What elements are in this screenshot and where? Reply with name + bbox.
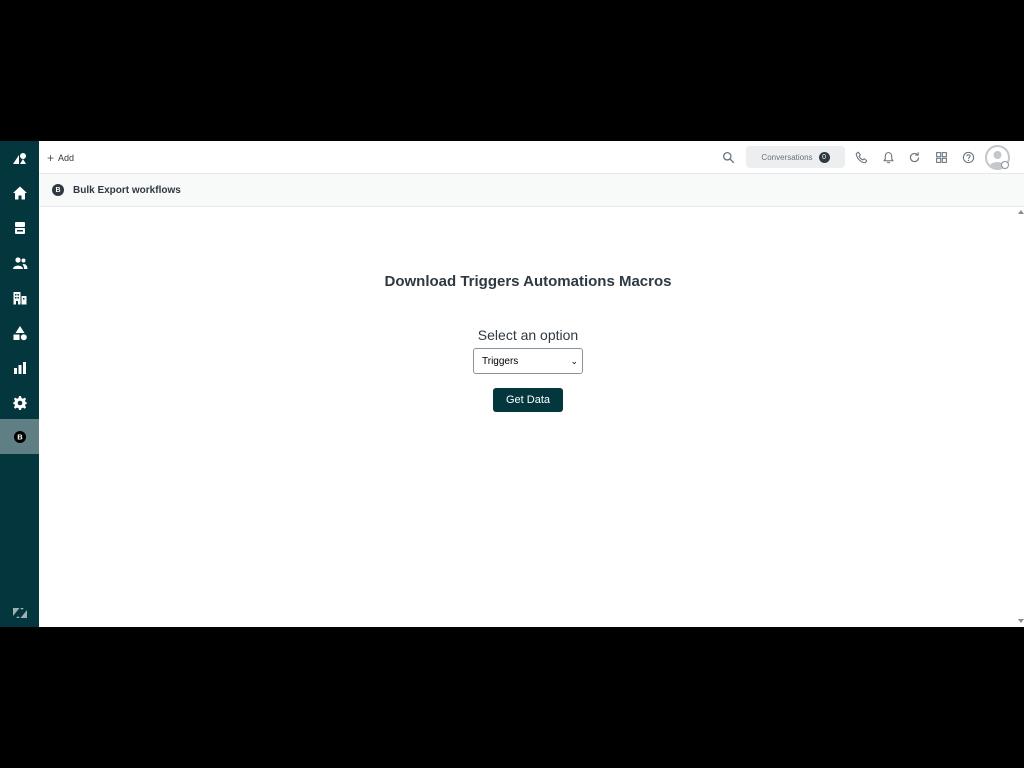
views-icon[interactable] bbox=[0, 210, 39, 245]
page-title: Download Triggers Automations Macros bbox=[384, 273, 672, 290]
conversations-count-badge: 0 bbox=[818, 151, 830, 163]
reporting-icon[interactable] bbox=[0, 350, 39, 385]
conversations-button[interactable]: Conversations 0 bbox=[746, 146, 845, 168]
search-icon[interactable] bbox=[720, 149, 736, 165]
scrollbar[interactable] bbox=[1017, 207, 1024, 627]
scroll-down-arrow-icon[interactable] bbox=[1018, 619, 1024, 623]
top-bar: + Add Conversations 0 bbox=[39, 141, 1024, 174]
customers-icon[interactable] bbox=[0, 245, 39, 280]
home-icon[interactable] bbox=[0, 175, 39, 210]
help-icon[interactable] bbox=[960, 149, 976, 165]
sidebar: B bbox=[0, 141, 39, 627]
add-button[interactable]: + Add bbox=[47, 150, 74, 165]
organizations-icon[interactable] bbox=[0, 280, 39, 315]
bulk-export-app-icon[interactable]: B bbox=[0, 419, 39, 454]
avatar-status-indicator bbox=[1001, 161, 1009, 169]
objects-icon[interactable] bbox=[0, 315, 39, 350]
main-content: Download Triggers Automations Macros Sel… bbox=[39, 207, 1017, 627]
app-title: Bulk Export workflows bbox=[73, 185, 181, 196]
zendesk-logo-icon[interactable] bbox=[0, 141, 39, 176]
get-data-button[interactable]: Get Data bbox=[493, 388, 563, 412]
bell-icon[interactable] bbox=[880, 149, 896, 165]
apps-grid-icon[interactable] bbox=[933, 149, 949, 165]
admin-gear-icon[interactable] bbox=[0, 385, 39, 420]
export-type-select[interactable]: Triggers ⌄ bbox=[473, 348, 583, 374]
zendesk-z-icon[interactable] bbox=[0, 595, 39, 627]
phone-icon[interactable] bbox=[853, 149, 869, 165]
select-option-label: Select an option bbox=[477, 327, 579, 343]
app-window: B + Add Conversations 0 B Bulk Export wo… bbox=[0, 141, 1024, 627]
add-button-label: Add bbox=[58, 152, 75, 163]
export-type-select-value: Triggers bbox=[482, 355, 519, 367]
plus-icon: + bbox=[47, 150, 55, 165]
conversations-label: Conversations bbox=[761, 152, 813, 162]
chevron-down-icon: ⌄ bbox=[570, 355, 578, 366]
app-logo-icon: B bbox=[52, 184, 64, 196]
refresh-icon[interactable] bbox=[906, 149, 922, 165]
svg-text:B: B bbox=[17, 432, 23, 441]
app-header: B Bulk Export workflows bbox=[39, 174, 1024, 207]
scroll-up-arrow-icon[interactable] bbox=[1018, 210, 1024, 214]
